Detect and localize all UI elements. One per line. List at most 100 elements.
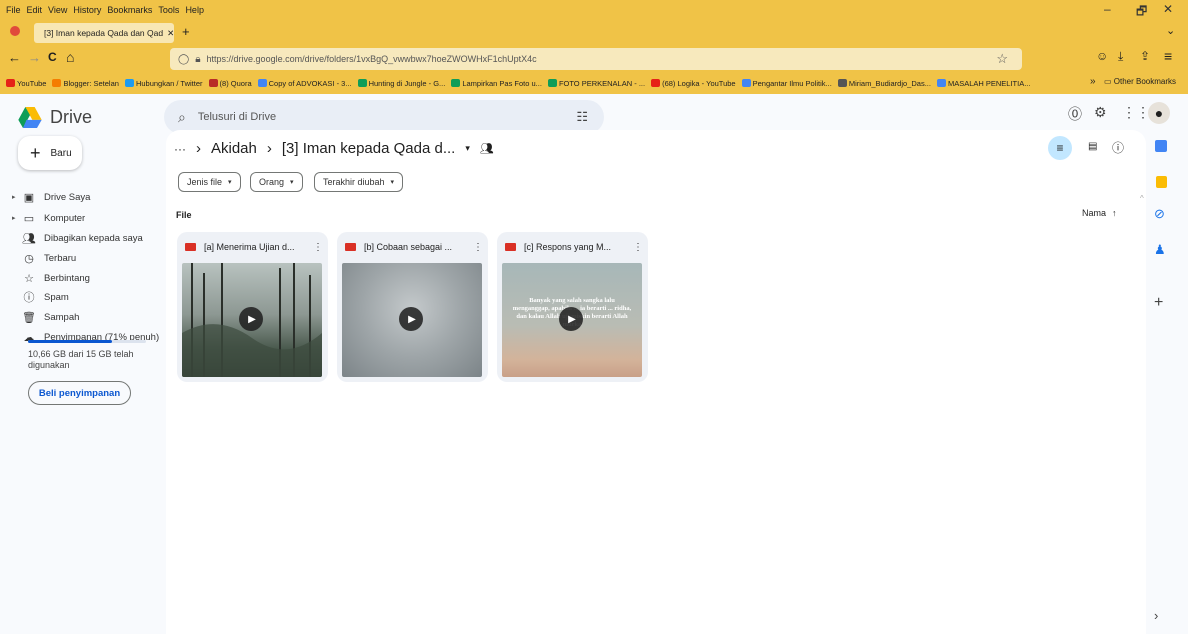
bookmark-label: (68) Logika - YouTube [662,78,736,88]
bookmark-favicon-icon [357,79,367,87]
tab-drive-folder[interactable]: [3] Iman kepada Qada dan Qad ✕ [34,23,174,43]
search-input[interactable]: Telusuri di Drive [198,111,276,123]
search-icon[interactable]: ⌕ [178,109,186,126]
sidebar-item-spam[interactable]: ⓘ Spam [12,287,162,307]
contacts-icon[interactable]: ♟ [1154,242,1166,258]
storage-usage-text: 10,66 GB dari 15 GB telah digunakan [28,349,134,370]
url-bar[interactable]: ◯ 🔒︎ https://drive.google.com/drive/fold… [170,48,1022,70]
reload-button[interactable]: C [48,50,57,64]
expand-caret-icon[interactable]: ▸ [12,193,22,201]
bookmark-star-icon[interactable]: ☆ [996,51,1008,67]
breadcrumb-ellipsis[interactable]: ··· [174,142,186,156]
video-file-icon [345,243,356,251]
drive-logo[interactable]: Drive [18,104,92,130]
avatar[interactable]: ● [1148,102,1170,124]
keep-icon[interactable] [1156,176,1167,188]
menu-help[interactable]: Help [185,5,204,15]
bookmark-item[interactable]: Miriam_Budiardjo_Das... [837,78,931,88]
account-icon[interactable]: ⇪ [1140,49,1150,63]
scroll-up-arrow[interactable]: ^ [1140,194,1144,203]
bookmark-item[interactable]: Lampirkan Pas Foto u... [451,79,542,88]
more-options-icon[interactable]: ⋮ [473,242,483,253]
tab-list-chevron-icon[interactable]: ⌄ [1166,24,1175,37]
filter-people[interactable]: Orang ▾ [250,172,303,192]
tasks-icon[interactable]: ⊘ [1154,206,1165,222]
current-folder-title[interactable]: [3] Iman kepada Qada d... [282,140,455,157]
add-addon-icon[interactable]: + [1154,294,1163,312]
sidebar-item-penyimpanan[interactable]: ☁ Penyimpanan (71% penuh) [12,327,162,347]
info-icon[interactable]: ⓘ [1112,139,1124,156]
search-options-icon[interactable]: ☷ [576,109,588,125]
bookmark-label: Hubungkan / Twitter [135,78,203,88]
url-text[interactable]: https://drive.google.com/drive/folders/1… [207,54,537,64]
close-window-button[interactable]: ✕ [1163,2,1173,16]
menu-bookmarks[interactable]: Bookmarks [107,5,152,15]
bookmarks-overflow-chevron-icon[interactable]: » [1090,76,1096,87]
bookmark-label: Miriam_Budiardjo_Das... [848,78,931,88]
video-thumbnail[interactable]: ▶ [182,263,322,377]
menu-view[interactable]: View [48,5,67,15]
menu-edit[interactable]: Edit [27,5,43,15]
new-button[interactable]: + Baru [18,136,82,170]
pocket-icon[interactable]: ☺ [1096,49,1108,63]
calendar-icon[interactable] [1155,140,1167,152]
download-icon[interactable]: ⤓ [1118,49,1123,64]
back-button[interactable]: ← [8,50,21,65]
bookmark-item[interactable]: Hunting di Jungle - G... [357,79,445,88]
menu-tools[interactable]: Tools [158,5,179,15]
sidebar-item-dibagikan[interactable]: 👥︎ Dibagikan kepada saya [12,228,162,248]
settings-gear-icon[interactable]: ⚙ [1094,104,1107,121]
home-button[interactable]: ⌂ [66,49,74,65]
bookmark-item[interactable]: (68) Logika - YouTube [651,79,736,88]
navigation-toolbar: ← → C ⌂ ◯ 🔒︎ https://drive.google.com/dr… [0,44,1188,72]
bookmark-item[interactable]: FOTO PERKENALAN - ... [547,79,645,88]
minimize-button[interactable]: – [1104,2,1111,16]
filter-file-type[interactable]: Jenis file ▾ [178,172,241,192]
bookmark-item[interactable]: MASALAH PENELITIA... [936,79,1030,88]
sidebar-item-terbaru[interactable]: ◷ Terbaru [12,248,162,268]
folder-menu-chevron-icon[interactable]: ▾ [465,143,470,154]
tab-close-icon[interactable]: ✕ [167,28,174,39]
sort-control[interactable]: Nama ↑ [1082,208,1117,218]
file-card[interactable]: [a] Menerima Ujian d... ⋮ ▶ [177,232,328,382]
shared-people-icon[interactable]: 👥︎ [480,142,494,155]
bookmark-item[interactable]: Hubungkan / Twitter [124,78,203,88]
new-tab-button[interactable]: + [182,24,190,39]
breadcrumb-parent[interactable]: Akidah [211,140,257,157]
sidebar-item-label: Dibagikan kepada saya [44,232,143,244]
layout-toggle-icon[interactable]: ▤ [1088,141,1097,152]
sidebar-item-sampah[interactable]: 🗑︎ Sampah [12,307,162,327]
buy-storage-button[interactable]: Beli penyimpanan [28,381,131,405]
bookmark-item[interactable]: YouTube [6,79,46,88]
menu-history[interactable]: History [73,5,101,15]
search-bar[interactable]: ⌕ Telusuri di Drive ☷ [164,100,604,134]
bookmark-item[interactable]: (8) Quora [208,79,252,88]
bookmark-item[interactable]: Pengantar Ilmu Politik... [741,79,832,88]
filter-modified[interactable]: Terakhir diubah ▾ [314,172,404,192]
more-options-icon[interactable]: ⋮ [313,242,323,253]
video-thumbnail[interactable]: Banyak yang salah sangka lalu menganggap… [502,263,642,377]
bookmark-item[interactable]: Blogger: Setelan [52,79,119,88]
file-card[interactable]: [c] Respons yang M... ⋮ Banyak yang salah… [497,232,648,382]
help-icon[interactable]: ⓪ [1068,104,1082,124]
sidebar-item-label: Terbaru [44,252,77,264]
expand-caret-icon[interactable]: ▸ [12,214,22,222]
tab-title: [3] Iman kepada Qada dan Qad [44,28,164,38]
sort-label: Nama [1082,208,1107,218]
other-bookmarks[interactable]: ▭ Other Bookmarks [1104,77,1176,86]
firefox-view-icon[interactable] [10,26,20,36]
sidebar-item-komputer[interactable]: ▸ ▭ Komputer [12,208,162,228]
bookmark-item[interactable]: Copy of ADVOKASI - 3... [257,79,352,88]
play-icon: ▶ [239,307,263,331]
star-icon: ☆ [24,272,34,285]
video-thumbnail[interactable]: ▶ [342,263,482,377]
menu-file[interactable]: File [6,5,21,15]
sidebar-item-drive[interactable]: ▸ ▣ Drive Saya [12,187,162,207]
app-menu-icon[interactable]: ≡ [1164,48,1172,64]
sidebar-item-berbintang[interactable]: ☆ Berbintang [12,268,162,288]
expand-panel-chevron-icon[interactable]: › [1154,608,1158,623]
forward-button[interactable]: → [28,50,41,65]
file-card[interactable]: [b] Cobaan sebagai ... ⋮ ▶ [337,232,488,382]
filter-toggle-icon[interactable]: ≡ [1048,136,1072,160]
more-options-icon[interactable]: ⋮ [633,242,643,253]
